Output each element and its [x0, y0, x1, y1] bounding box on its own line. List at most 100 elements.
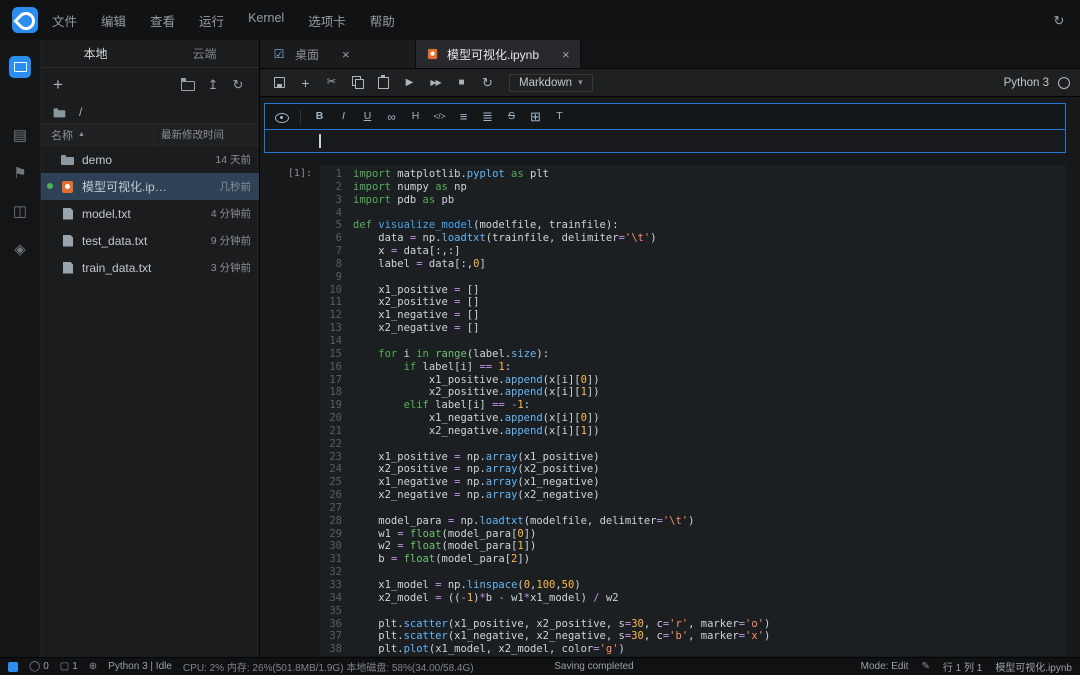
- markdown-editor[interactable]: [265, 130, 1065, 152]
- code-line: 30 w2 = float(model_para[1]): [320, 540, 1066, 553]
- kernel-status-icon[interactable]: [1058, 77, 1070, 89]
- line-number: 35: [320, 605, 353, 618]
- code-line: 4: [320, 207, 1066, 220]
- cell-type-dropdown[interactable]: Markdown ▾: [509, 74, 593, 92]
- code-icon[interactable]: [429, 108, 450, 126]
- circle-icon: ◯: [29, 661, 40, 672]
- menu-item[interactable]: 查看: [150, 11, 175, 30]
- line-number: 36: [320, 618, 353, 631]
- tab-notebook[interactable]: 模型可视化.ipynb ×: [416, 40, 581, 68]
- file-row[interactable]: 模型可视化.ipynb几秒前: [41, 173, 259, 200]
- markdown-cell[interactable]: [264, 103, 1066, 153]
- code-line: 29 w1 = float(model_para[0]): [320, 528, 1066, 541]
- code-line: 11 x2_positive = []: [320, 296, 1066, 309]
- menu-item[interactable]: 帮助: [370, 11, 395, 30]
- kernel-status[interactable]: Python 3 | Idle: [108, 661, 172, 672]
- restart-icon[interactable]: [478, 74, 497, 91]
- code-line: 38 plt.plot(x1_model, x2_model, color='g…: [320, 643, 1066, 656]
- code-text: x1_positive.append(x[i][0]): [353, 374, 600, 387]
- stop-icon[interactable]: [452, 74, 471, 91]
- tab-label: 桌面: [295, 46, 319, 63]
- list-ol-icon[interactable]: [477, 108, 498, 126]
- doc-tabbar: 桌面 × 模型可视化.ipynb ×: [260, 40, 1080, 69]
- strikethrough-icon[interactable]: [501, 108, 522, 126]
- code-line: 15 for i in range(label.size):: [320, 348, 1066, 361]
- line-number: 4: [320, 207, 353, 220]
- line-number: 10: [320, 284, 353, 297]
- breadcrumb[interactable]: /: [41, 100, 259, 123]
- paste-icon[interactable]: [374, 74, 393, 91]
- files-icon[interactable]: [9, 56, 31, 78]
- line-number: 19: [320, 399, 353, 412]
- tag-icon[interactable]: [9, 238, 31, 260]
- upload-icon[interactable]: [204, 76, 222, 92]
- line-number: 34: [320, 592, 353, 605]
- storage-icon[interactable]: [9, 200, 31, 222]
- code-text: x = data[:,:]: [353, 245, 460, 258]
- link-icon[interactable]: [381, 108, 402, 126]
- file-modified: 几秒前: [169, 179, 259, 194]
- close-icon[interactable]: ×: [562, 47, 570, 62]
- bold-icon[interactable]: [309, 108, 330, 126]
- file-row[interactable]: test_data.txt9 分钟前: [41, 227, 259, 254]
- text-icon[interactable]: [549, 108, 570, 126]
- filebrowser-tab-local[interactable]: 本地: [41, 40, 150, 67]
- kernel-name[interactable]: Python 3: [1004, 77, 1049, 89]
- new-folder-icon[interactable]: [179, 76, 197, 92]
- sync-icon[interactable]: [1050, 12, 1068, 28]
- run-all-icon[interactable]: [426, 74, 445, 91]
- italic-icon[interactable]: [333, 108, 354, 126]
- notebook-icon: [61, 180, 75, 194]
- column-name[interactable]: 名称 ▲: [41, 124, 154, 145]
- file-row[interactable]: train_data.txt3 分钟前: [41, 254, 259, 281]
- file-row[interactable]: demo14 天前: [41, 146, 259, 173]
- table-icon[interactable]: [525, 108, 546, 126]
- run-icon[interactable]: [400, 74, 419, 91]
- cut-icon[interactable]: [322, 74, 341, 91]
- file-row[interactable]: model.txt4 分钟前: [41, 200, 259, 227]
- underline-icon[interactable]: [357, 108, 378, 126]
- menu-item[interactable]: 运行: [199, 11, 224, 30]
- nb-toolbar-icons: [270, 74, 497, 91]
- archive-icon[interactable]: [9, 124, 31, 146]
- refresh-icon[interactable]: [229, 76, 247, 92]
- globe-icon[interactable]: ⊕: [89, 661, 97, 672]
- kernels-count: 1: [72, 661, 78, 672]
- menu-item[interactable]: 选项卡: [308, 11, 346, 30]
- file-modified: 14 天前: [169, 152, 259, 167]
- execution-prompt: [1]:: [264, 165, 320, 656]
- code-line: 2import numpy as np: [320, 181, 1066, 194]
- statusbar-filename: 模型可视化.ipynb: [995, 659, 1072, 674]
- code-text: x1_negative = np.array(x1_negative): [353, 476, 600, 489]
- preview-icon[interactable]: [271, 108, 292, 126]
- list-ul-icon[interactable]: [453, 108, 474, 126]
- column-modified[interactable]: 最新修改时间: [154, 127, 259, 142]
- tab-desktop[interactable]: 桌面 ×: [260, 40, 416, 68]
- mode-indicator[interactable]: Mode: Edit: [861, 661, 909, 672]
- breadcrumb-path: /: [79, 105, 82, 119]
- code-text: plt.scatter(x1_positive, x2_positive, s=…: [353, 618, 770, 631]
- code-line: 8 label = data[:,0]: [320, 258, 1066, 271]
- flag-icon[interactable]: [9, 162, 31, 184]
- app-mini-logo-icon: [8, 662, 18, 672]
- menu-item[interactable]: 编辑: [101, 11, 126, 30]
- menu-item[interactable]: 文件: [52, 11, 77, 30]
- code-line: 31 b = float(model_para[2]): [320, 553, 1066, 566]
- code-cell[interactable]: [1]: 1import matplotlib.pyplot as plt2im…: [264, 165, 1066, 656]
- code-line: 6 data = np.loadtxt(trainfile, delimiter…: [320, 232, 1066, 245]
- cursor-position[interactable]: 行 1 列 1: [943, 659, 982, 674]
- close-icon[interactable]: ×: [342, 47, 350, 62]
- heading-icon[interactable]: [405, 108, 426, 126]
- filebrowser-tab-cloud[interactable]: 云端: [150, 40, 259, 67]
- copy-icon[interactable]: [348, 74, 367, 91]
- save-icon[interactable]: [270, 74, 289, 91]
- new-launcher-button[interactable]: +: [53, 76, 63, 93]
- terminals-indicator[interactable]: ◯ 0: [29, 661, 49, 672]
- code-editor[interactable]: 1import matplotlib.pyplot as plt2import …: [320, 165, 1066, 656]
- kernels-indicator[interactable]: ▢ 1: [60, 661, 78, 672]
- code-line: 28 model_para = np.loadtxt(modelfile, de…: [320, 515, 1066, 528]
- terminals-count: 0: [43, 661, 49, 672]
- menu-item[interactable]: Kernel: [248, 11, 284, 30]
- code-text: import numpy as np: [353, 181, 467, 194]
- add-icon[interactable]: [296, 74, 315, 91]
